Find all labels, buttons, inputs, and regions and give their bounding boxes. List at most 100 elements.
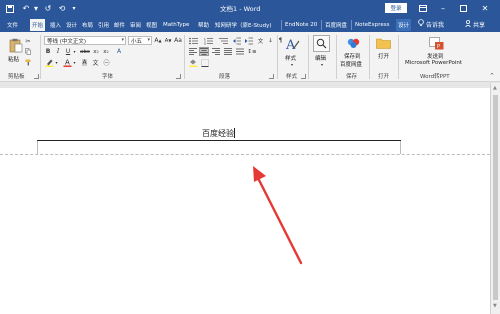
character-shading-icon[interactable]: A bbox=[80, 58, 89, 67]
tab-file[interactable]: 文件 bbox=[5, 19, 20, 31]
send-to-ppt-icon[interactable]: P bbox=[428, 36, 444, 50]
redo-icon[interactable]: ↺ bbox=[42, 3, 54, 14]
align-right-icon[interactable] bbox=[211, 47, 221, 56]
save-to-button[interactable]: 保存到 bbox=[344, 52, 361, 60]
lightbulb-icon bbox=[418, 19, 424, 29]
tell-me-label: 告诉我 bbox=[426, 21, 445, 29]
font-launcher-icon[interactable] bbox=[176, 74, 181, 79]
minimize-icon[interactable]: – bbox=[436, 2, 450, 14]
superscript-icon[interactable]: x2 bbox=[102, 47, 110, 56]
highlight-dropdown-icon[interactable]: ▾ bbox=[54, 58, 59, 67]
font-size-select[interactable]: 小五 ▾ bbox=[128, 36, 152, 45]
tab-view[interactable]: 视图 bbox=[144, 19, 159, 31]
font-size-value: 小五 bbox=[131, 38, 143, 45]
send-to-button[interactable]: 发送到 bbox=[427, 52, 444, 60]
tab-endnote[interactable]: EndNote 20 bbox=[283, 19, 319, 31]
bold-icon[interactable]: B bbox=[44, 47, 52, 56]
align-center-icon[interactable] bbox=[199, 47, 209, 56]
underline-dropdown-icon[interactable]: ▾ bbox=[72, 47, 77, 56]
share-label: 共享 bbox=[473, 21, 486, 29]
tab-review[interactable]: 审阅 bbox=[128, 19, 143, 31]
decrease-indent-icon[interactable] bbox=[232, 36, 241, 45]
grow-font-icon[interactable]: A ▲ bbox=[154, 36, 162, 45]
save-icon[interactable] bbox=[4, 3, 16, 14]
strikethrough-icon[interactable]: abc bbox=[80, 47, 90, 56]
copy-icon[interactable] bbox=[24, 47, 32, 55]
align-left-icon[interactable] bbox=[188, 47, 198, 56]
increase-indent-icon[interactable] bbox=[244, 36, 253, 45]
tab-noteexpress[interactable]: NoteExpress bbox=[353, 19, 392, 31]
vertical-scrollbar[interactable]: ▲ ▼ bbox=[490, 83, 500, 314]
numbering-icon[interactable]: 123 bbox=[203, 36, 214, 45]
italic-icon[interactable]: I bbox=[54, 47, 62, 56]
paste-button[interactable]: 粘贴 bbox=[8, 55, 19, 63]
bullets-icon[interactable] bbox=[188, 36, 199, 45]
tab-header-design[interactable]: 设计 bbox=[396, 19, 412, 31]
group-divider bbox=[40, 35, 41, 79]
quick-access-more-icon[interactable]: ▾ bbox=[68, 3, 80, 14]
shrink-font-icon[interactable]: A ▼ bbox=[164, 36, 172, 45]
line-spacing-icon[interactable]: ↕≡ bbox=[247, 47, 257, 56]
baidu-cloud-icon[interactable] bbox=[345, 36, 361, 50]
tab-estudy[interactable]: 知网研学（原E-Study) bbox=[213, 19, 274, 31]
underline-icon[interactable]: U bbox=[64, 47, 72, 56]
subscript-icon[interactable]: x2 bbox=[92, 47, 100, 56]
tab-references[interactable]: 引用 bbox=[96, 19, 111, 31]
scroll-up-icon[interactable]: ▲ bbox=[493, 85, 497, 91]
scrollbar-thumb[interactable] bbox=[493, 95, 498, 300]
close-icon[interactable]: ✕ bbox=[478, 2, 492, 14]
styles-group-label: 样式 bbox=[286, 74, 298, 80]
customize-icon[interactable]: ⟲ bbox=[56, 3, 68, 14]
open-button[interactable]: 打开 bbox=[378, 52, 389, 60]
tab-separator bbox=[321, 20, 322, 30]
clipboard-launcher-icon[interactable] bbox=[34, 74, 39, 79]
font-color-icon[interactable]: A bbox=[62, 58, 72, 67]
header-text[interactable]: 百度经验 bbox=[202, 128, 234, 139]
tab-home[interactable]: 开始 bbox=[30, 19, 46, 31]
enclose-characters-icon[interactable]: ㊀ bbox=[102, 58, 111, 67]
distributed-icon[interactable] bbox=[235, 47, 245, 56]
open-group-label: 打开 bbox=[378, 74, 390, 80]
header-margin-mark-left bbox=[37, 140, 38, 154]
tab-layout[interactable]: 布局 bbox=[80, 19, 95, 31]
paragraph-launcher-icon[interactable] bbox=[269, 74, 274, 79]
paste-icon[interactable] bbox=[8, 37, 24, 53]
chevron-down-icon: ▾ bbox=[147, 37, 150, 43]
styles-dropdown-icon[interactable]: ▾ bbox=[289, 61, 295, 67]
group-divider bbox=[369, 35, 370, 79]
tab-mailings[interactable]: 邮件 bbox=[112, 19, 127, 31]
share-button[interactable]: 共享 bbox=[465, 17, 485, 31]
ribbon-display-options-icon[interactable] bbox=[416, 2, 430, 14]
tab-help[interactable]: 帮助 bbox=[196, 19, 211, 31]
tab-mathtype[interactable]: MathType bbox=[161, 19, 191, 31]
tab-baidu-netdisk[interactable]: 百度网盘 bbox=[323, 19, 349, 31]
sort-icon[interactable]: ↓ bbox=[266, 36, 275, 45]
shading-icon[interactable] bbox=[188, 58, 198, 67]
borders-icon[interactable] bbox=[200, 58, 210, 67]
scroll-down-icon[interactable]: ▼ bbox=[493, 303, 497, 309]
highlight-icon[interactable] bbox=[44, 58, 54, 67]
styles-launcher-icon[interactable] bbox=[301, 74, 306, 79]
folder-icon[interactable] bbox=[375, 36, 391, 50]
tab-insert[interactable]: 插入 bbox=[48, 19, 63, 31]
tell-me-search[interactable]: 告诉我 bbox=[418, 17, 444, 31]
header-boundary-dashed-line bbox=[0, 154, 490, 155]
font-family-select[interactable]: 等线 (中文正文) ▾ bbox=[44, 36, 126, 45]
editing-dropdown-icon[interactable]: ▾ bbox=[319, 61, 325, 67]
phonetic-guide-icon[interactable]: 文 bbox=[91, 58, 100, 67]
font-color-dropdown-icon[interactable]: ▾ bbox=[72, 58, 77, 67]
editing-icon[interactable] bbox=[313, 35, 330, 52]
format-painter-icon[interactable] bbox=[24, 58, 32, 66]
maximize-icon[interactable] bbox=[456, 2, 470, 14]
collapse-ribbon-icon[interactable]: ^ bbox=[488, 72, 496, 80]
styles-icon[interactable]: A bbox=[284, 36, 300, 52]
cut-icon[interactable]: ✂ bbox=[24, 37, 32, 45]
change-case-icon[interactable]: Aa bbox=[174, 36, 182, 45]
tab-design[interactable]: 设计 bbox=[64, 19, 79, 31]
undo-dropdown-icon[interactable]: ▾ bbox=[30, 3, 42, 14]
text-effects-icon[interactable]: A bbox=[114, 47, 124, 56]
chinese-layout-icon[interactable]: 文 bbox=[256, 36, 265, 45]
sign-in-button[interactable]: 登录 bbox=[385, 3, 407, 13]
multilevel-list-icon[interactable] bbox=[218, 36, 229, 45]
justify-icon[interactable] bbox=[223, 47, 233, 56]
